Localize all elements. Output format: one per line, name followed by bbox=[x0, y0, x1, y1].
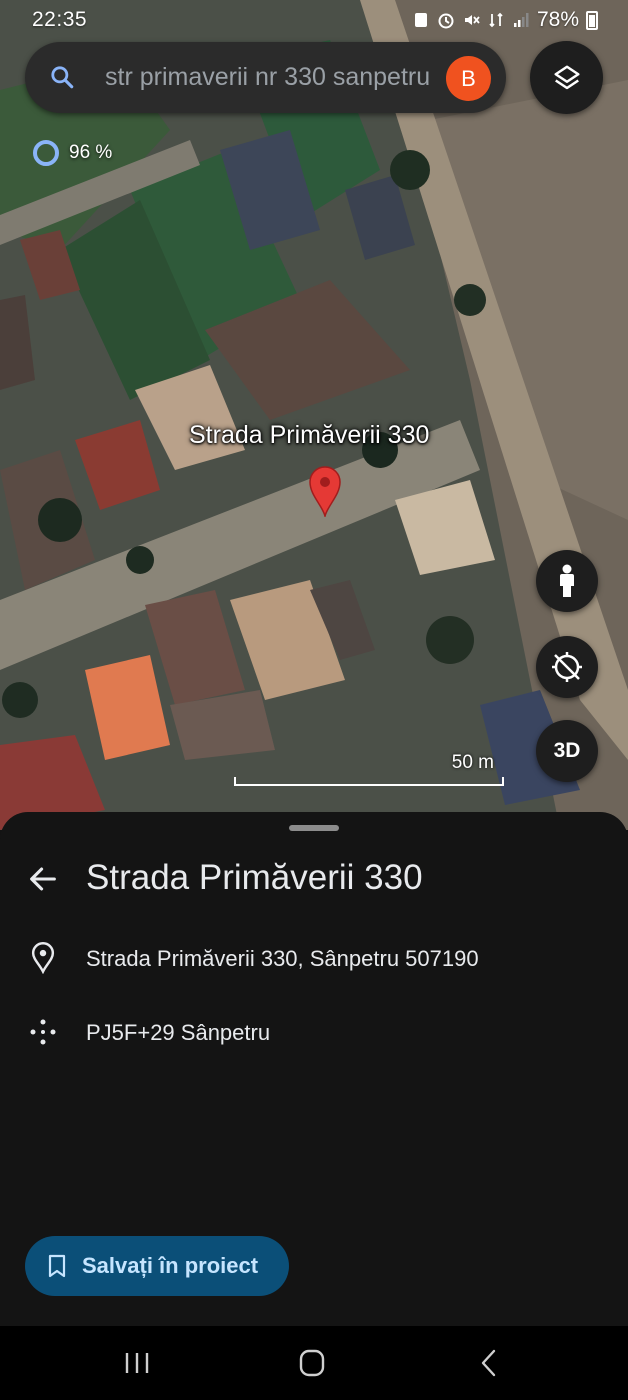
pegman-icon bbox=[560, 564, 574, 597]
status-icons: 78% bbox=[412, 8, 598, 32]
loading-percent: 96 % bbox=[69, 142, 113, 163]
plus-code-text: PJ5F+29 Sânpetru bbox=[86, 1020, 271, 1045]
map-pin-icon[interactable] bbox=[308, 465, 342, 517]
plus-code-icon bbox=[30, 1019, 56, 1045]
place-details-sheet: Strada Primăverii 330 Strada Primăverii … bbox=[0, 812, 628, 1326]
loading-indicator: 96 % bbox=[33, 140, 112, 166]
location-pin-icon bbox=[31, 942, 55, 974]
compass-button[interactable] bbox=[536, 636, 598, 698]
mute-icon bbox=[464, 15, 480, 25]
save-button-label: Salvați în proiect bbox=[82, 1253, 259, 1278]
place-title: Strada Primăverii 330 bbox=[86, 858, 423, 897]
plus-code-row[interactable]: PJ5F+29 Sânpetru bbox=[0, 1012, 628, 1052]
compass-off-icon bbox=[552, 652, 582, 682]
address-row[interactable]: Strada Primăverii 330, Sânpetru 507190 bbox=[0, 938, 628, 978]
mobile-data-icon bbox=[489, 12, 503, 28]
account-avatar[interactable]: B bbox=[446, 56, 491, 101]
scale-line bbox=[234, 777, 504, 786]
search-input[interactable]: str primaverii nr 330 sanpetru bbox=[105, 63, 457, 92]
layers-button[interactable] bbox=[530, 41, 603, 114]
alarm-icon bbox=[438, 13, 454, 29]
scale-label: 50 m bbox=[451, 752, 494, 773]
layers-icon bbox=[554, 65, 579, 89]
search-bar[interactable]: str primaverii nr 330 sanpetru B bbox=[25, 42, 506, 113]
recents-icon[interactable] bbox=[117, 1346, 157, 1380]
status-bar: 22:35 78% bbox=[0, 0, 628, 42]
status-time: 22:35 bbox=[32, 8, 88, 31]
arrow-back-icon[interactable] bbox=[26, 862, 60, 896]
bookmark-icon bbox=[48, 1254, 66, 1278]
save-to-project-button[interactable]: Salvați în proiect bbox=[25, 1236, 289, 1296]
back-nav-icon[interactable] bbox=[470, 1346, 510, 1380]
street-view-button[interactable] bbox=[536, 550, 598, 612]
satellite-map[interactable]: 22:35 78% str primaverii nr 330 sanpetru… bbox=[0, 0, 628, 830]
scale-bar: 50 m bbox=[234, 750, 504, 786]
notification-icon bbox=[414, 13, 427, 27]
battery-percent: 78% bbox=[536, 8, 579, 31]
system-navigation-bar bbox=[0, 1326, 628, 1400]
loading-ring-icon bbox=[33, 140, 59, 166]
sheet-drag-handle[interactable] bbox=[289, 825, 339, 831]
home-icon[interactable] bbox=[292, 1346, 332, 1380]
search-icon bbox=[51, 66, 74, 89]
satellite-imagery bbox=[0, 0, 628, 830]
battery-icon bbox=[586, 10, 598, 30]
signal-icon bbox=[513, 13, 529, 27]
address-text: Strada Primăverii 330, Sânpetru 507190 bbox=[86, 946, 479, 971]
view-3d-button[interactable]: 3D bbox=[536, 720, 598, 782]
map-place-label: Strada Primăverii 330 bbox=[189, 421, 430, 449]
